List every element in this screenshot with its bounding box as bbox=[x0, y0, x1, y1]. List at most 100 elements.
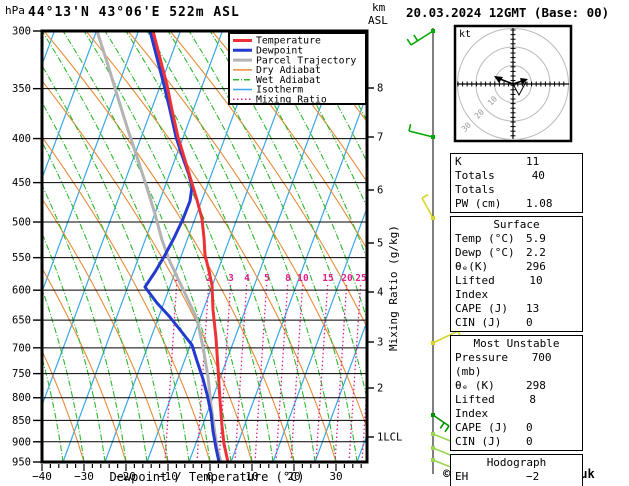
table-row: CAPE (J) 13 bbox=[455, 302, 578, 316]
table-row: Totals Totals40 bbox=[455, 169, 578, 197]
table-row-label: Lifted Index bbox=[455, 393, 529, 421]
mixing-ratio-axis-label: Mixing Ratio (g/kg) bbox=[387, 225, 400, 351]
table-row-value: 700 bbox=[532, 351, 578, 379]
mixing-ratio-value-label: 15 bbox=[322, 273, 334, 284]
table-row-value: 0 bbox=[526, 435, 578, 449]
table-row: Temp (°C) 5.9 bbox=[455, 232, 578, 246]
altitude-unit-km: km bbox=[372, 1, 385, 14]
table-row-value: 2.2 bbox=[526, 246, 578, 260]
data-table: K11Totals Totals40PW (cm)1.08 bbox=[450, 153, 583, 213]
wind-barb bbox=[409, 124, 435, 139]
km-tick-label: 7 bbox=[377, 132, 383, 144]
table-row: CAPE (J)0 bbox=[455, 421, 578, 435]
table-row-value: 40 bbox=[532, 169, 578, 197]
wind-barb-tick bbox=[407, 39, 411, 45]
table-row-label: PW (cm) bbox=[455, 197, 501, 211]
mixing-ratio-value-label: 20 bbox=[341, 273, 353, 284]
isotherm-line bbox=[0, 31, 12, 462]
legend-item-label: Mixing Ratio bbox=[256, 95, 327, 106]
table-row: CIN (J) 0 bbox=[455, 316, 578, 330]
wind-barb-tick bbox=[414, 35, 418, 41]
data-table: HodographEH−2SREH−2StmDir277°StmSpd (kt)… bbox=[450, 454, 583, 486]
table-row-label: CIN (J) bbox=[455, 316, 501, 330]
pressure-tick-label: 350 bbox=[12, 83, 31, 95]
pressure-tick-label: 550 bbox=[12, 252, 31, 264]
table-title: Surface bbox=[455, 218, 578, 232]
pressure-axis: 3003504004505005506006507007508008509009… bbox=[12, 26, 42, 469]
mixing-ratio-value-label: 4 bbox=[244, 273, 250, 284]
pressure-unit-label: hPa bbox=[5, 4, 25, 17]
datetime-label: 20.03.2024 12GMT (Base: 00) bbox=[406, 5, 609, 20]
table-row-value: 1.08 bbox=[526, 197, 578, 211]
indices-tables: K11Totals Totals40PW (cm)1.08SurfaceTemp… bbox=[450, 153, 583, 486]
table-row-label: EH bbox=[455, 470, 468, 484]
table-row-value: 5.9 bbox=[526, 232, 578, 246]
x-axis-label: Dewpoint / Temperature (°C) bbox=[42, 470, 372, 484]
wind-barb-feather bbox=[422, 198, 433, 218]
km-tick-label: 4 bbox=[377, 287, 383, 299]
wind-barb bbox=[431, 413, 449, 432]
wind-barb-feather bbox=[433, 415, 449, 426]
mixing-ratio-value-labels: 12345810152025 bbox=[174, 273, 367, 284]
table-row-value: 296 bbox=[526, 260, 578, 274]
mixing-ratio-value-label: 25 bbox=[355, 273, 367, 284]
table-row-value: 10 bbox=[529, 274, 578, 302]
dry-adiabat-line bbox=[590, 31, 629, 462]
pressure-tick-label: 600 bbox=[12, 285, 31, 297]
pressure-tick-label: 300 bbox=[12, 26, 31, 38]
table-row: Lifted Index8 bbox=[455, 393, 578, 421]
table-row-label: CIN (J) bbox=[455, 435, 501, 449]
table-row-value: 13 bbox=[526, 302, 578, 316]
table-row: Lifted Index10 bbox=[455, 274, 578, 302]
wind-barb-tick bbox=[409, 124, 411, 131]
mixing-ratio-value-label: 3 bbox=[228, 273, 234, 284]
pressure-tick-label: 850 bbox=[12, 415, 31, 427]
table-row-label: Pressure (mb) bbox=[455, 351, 532, 379]
table-row: Pressure (mb)700 bbox=[455, 351, 578, 379]
wind-barb-feather bbox=[411, 31, 433, 45]
table-row-label: Totals Totals bbox=[455, 169, 532, 197]
wind-barb bbox=[407, 29, 435, 45]
data-table: Most UnstablePressure (mb)700θₑ (K)298Li… bbox=[450, 335, 583, 451]
table-row-label: θₑ(K) bbox=[455, 260, 488, 274]
table-row: θₑ (K)298 bbox=[455, 379, 578, 393]
pressure-tick-label: 800 bbox=[12, 392, 31, 404]
table-title: Most Unstable bbox=[455, 337, 578, 351]
hodograph: 102030 bbox=[455, 26, 571, 141]
table-row: PW (cm) 1.08 bbox=[455, 197, 578, 211]
mixing-ratio-value-label: 10 bbox=[297, 273, 309, 284]
legend-box: TemperatureDewpointParcel TrajectoryDry … bbox=[229, 33, 366, 106]
km-tick-label: 6 bbox=[377, 185, 383, 197]
hodograph-unit-label: kt bbox=[459, 29, 471, 40]
table-row-label: K bbox=[455, 155, 462, 169]
pressure-tick-label: 950 bbox=[12, 457, 31, 469]
data-table: SurfaceTemp (°C) 5.9 Dewp (°C) 2.2 θₑ(K) 296L… bbox=[450, 216, 583, 332]
km-tick-label: 8 bbox=[377, 83, 383, 95]
mixing-ratio-value-label: 5 bbox=[264, 273, 270, 284]
pressure-tick-label: 400 bbox=[12, 133, 31, 145]
altitude-unit-asl: ASL bbox=[368, 14, 388, 27]
pressure-tick-label: 750 bbox=[12, 368, 31, 380]
table-row-label: Temp (°C) bbox=[455, 232, 515, 246]
table-row-value: 11 bbox=[526, 155, 578, 169]
pressure-tick-label: 900 bbox=[12, 436, 31, 448]
table-row-label: CAPE (J) bbox=[455, 302, 508, 316]
pressure-tick-label: 700 bbox=[12, 342, 31, 354]
skewt-sounding-page: 1234581015202530035040045050055060065070… bbox=[0, 0, 629, 486]
wind-barb-tick bbox=[440, 423, 444, 429]
mixing-ratio-value-label: 8 bbox=[285, 273, 291, 284]
table-row-value: 298 bbox=[526, 379, 578, 393]
wind-barb-feather bbox=[409, 131, 433, 137]
table-row-value: −2 bbox=[526, 470, 578, 484]
km-tick-label: 1LCL bbox=[377, 432, 402, 444]
table-row-label: Dewp (°C) bbox=[455, 246, 515, 260]
pressure-tick-label: 450 bbox=[12, 177, 31, 189]
table-row-value: 8 bbox=[529, 393, 578, 421]
km-tick-label: 5 bbox=[377, 238, 383, 250]
table-row-value: 0 bbox=[526, 421, 578, 435]
wind-barb-tick bbox=[445, 426, 449, 432]
table-row: EH −2 bbox=[455, 470, 578, 484]
table-row: Dewp (°C) 2.2 bbox=[455, 246, 578, 260]
table-row-value: 0 bbox=[526, 316, 578, 330]
station-title: 44°13'N 43°06'E 522m ASL bbox=[28, 5, 240, 20]
